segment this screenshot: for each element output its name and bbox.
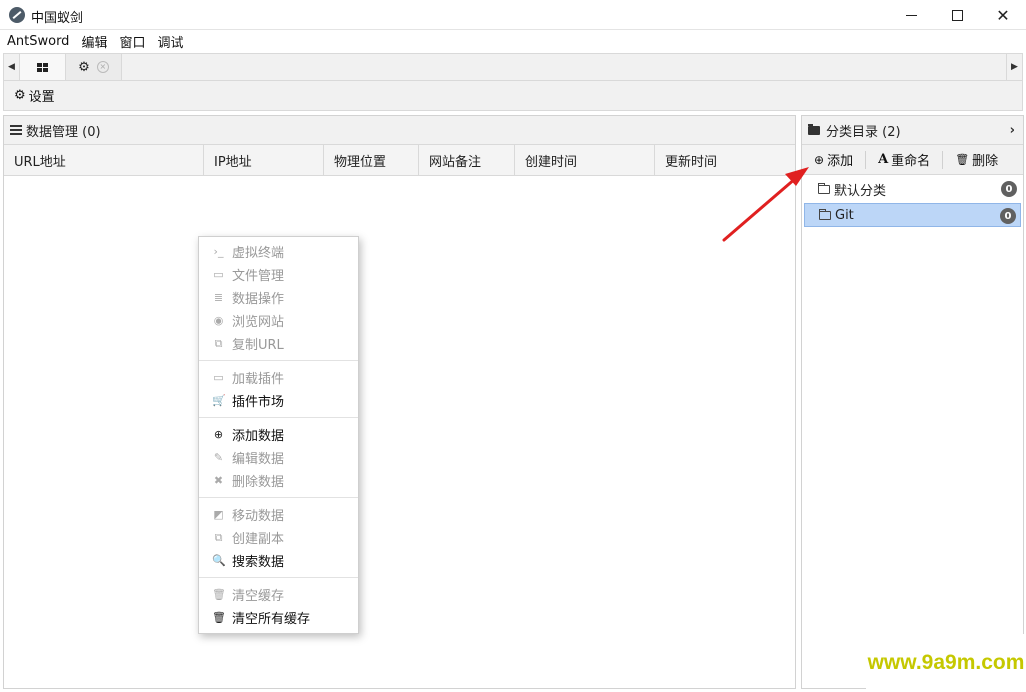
annotation-arrow-line <box>722 176 798 242</box>
watermark: www.9a9m.com <box>866 634 1026 692</box>
annotation-arrow <box>722 167 809 242</box>
